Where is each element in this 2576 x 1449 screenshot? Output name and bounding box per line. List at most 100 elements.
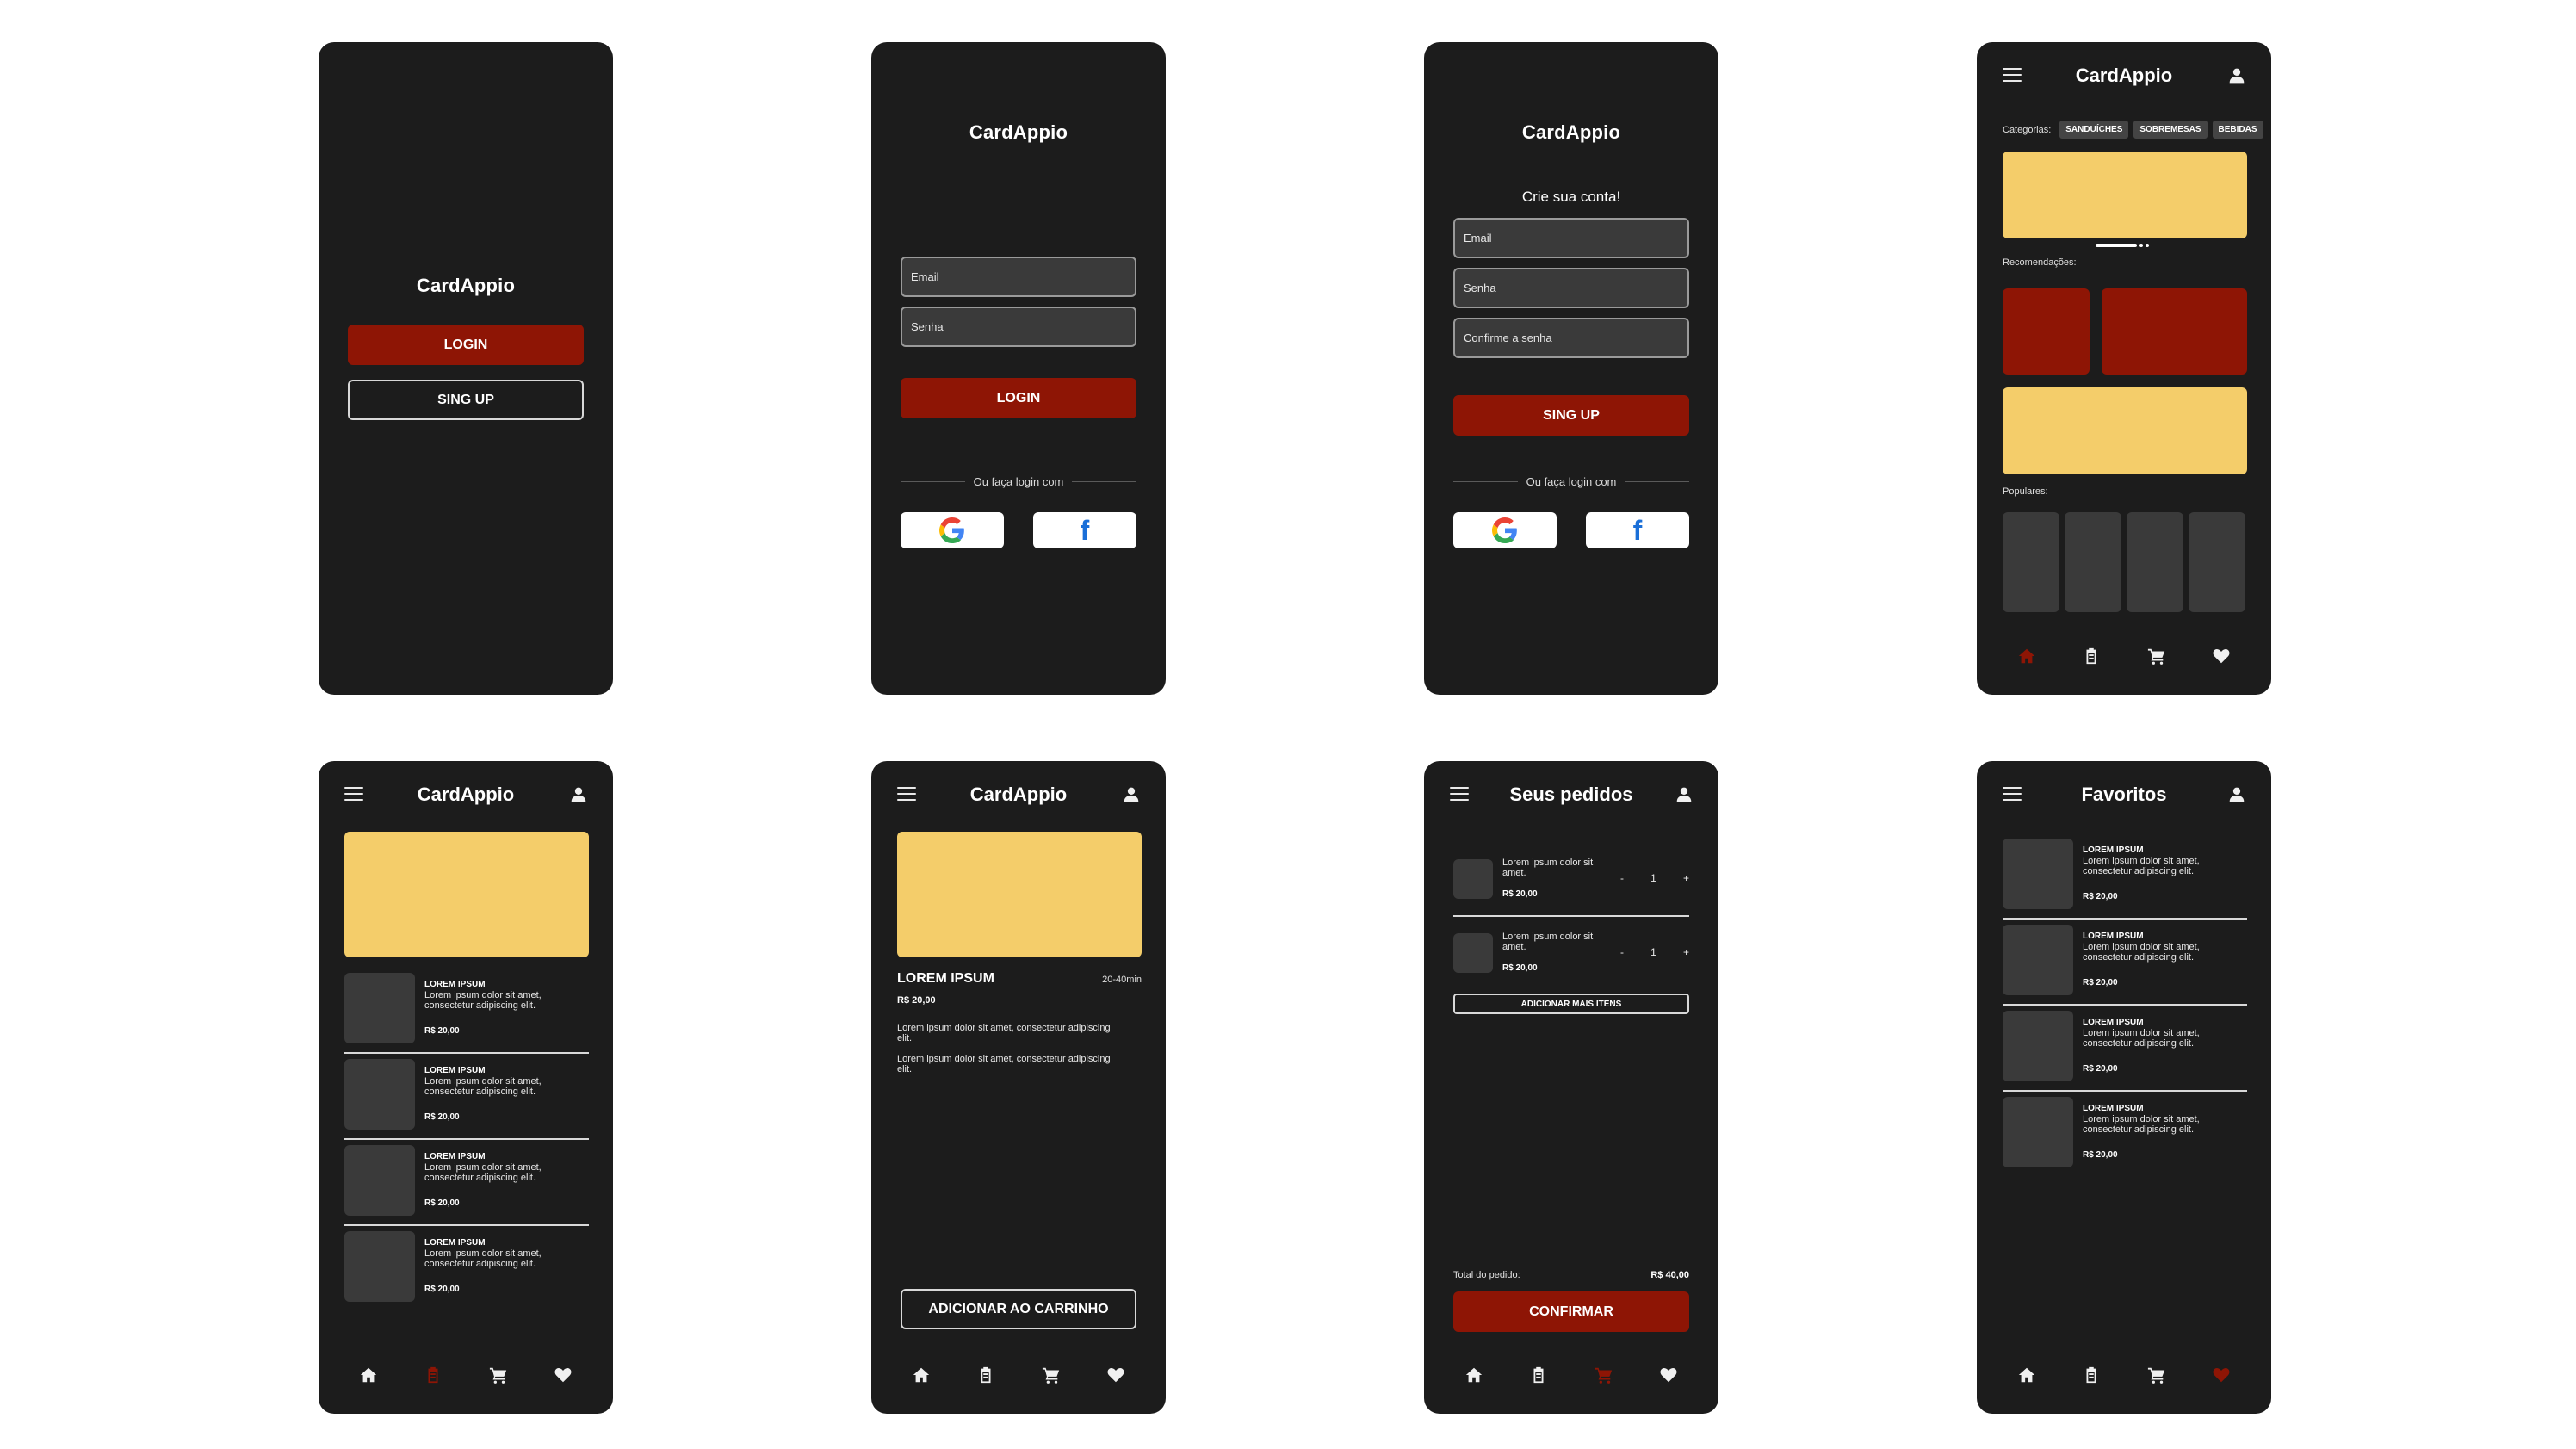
popular-card[interactable] xyxy=(2127,512,2183,612)
heart-icon[interactable] xyxy=(1659,1365,1678,1384)
top-bar: CardAppio xyxy=(319,761,613,830)
heart-icon[interactable] xyxy=(2212,647,2231,666)
popular-card[interactable] xyxy=(2065,512,2121,612)
carousel-dot xyxy=(2139,244,2143,247)
home-icon[interactable] xyxy=(912,1365,931,1384)
item-price: R$ 20,00 xyxy=(424,1026,460,1036)
menu-list-icon[interactable] xyxy=(424,1365,443,1384)
increment-button[interactable]: + xyxy=(1683,946,1689,958)
item-title: LOREM IPSUM xyxy=(2083,845,2144,855)
email-field[interactable]: Email xyxy=(1453,218,1689,258)
screen-favorites: Favoritos LOREM IPSUM Lorem ipsum dolor … xyxy=(1977,761,2271,1414)
home-icon[interactable] xyxy=(2017,1365,2036,1384)
google-login-button[interactable] xyxy=(901,512,1004,548)
password-field[interactable]: Senha xyxy=(1453,268,1689,308)
home-icon[interactable] xyxy=(359,1365,378,1384)
login-button[interactable]: LOGIN xyxy=(348,325,584,365)
cart-icon[interactable] xyxy=(489,1365,508,1384)
divider-line xyxy=(1625,481,1689,482)
item-thumbnail xyxy=(344,1231,415,1302)
cart-icon[interactable] xyxy=(1595,1365,1613,1384)
popular-card[interactable] xyxy=(2003,512,2059,612)
heart-icon[interactable] xyxy=(554,1365,573,1384)
home-icon[interactable] xyxy=(1464,1365,1483,1384)
carousel-dot xyxy=(2146,244,2149,247)
screen-home: CardAppio Categorias: SANDUÍCHES SOBREME… xyxy=(1977,42,2271,695)
user-icon[interactable] xyxy=(1123,785,1140,804)
cart-icon[interactable] xyxy=(1042,1365,1061,1384)
item-thumbnail xyxy=(1453,933,1493,973)
category-chip[interactable]: SANDUÍCHES xyxy=(2059,121,2129,139)
item-price: R$ 20,00 xyxy=(1502,889,1538,899)
menu-list-icon[interactable] xyxy=(2082,647,2101,666)
recommendation-card[interactable] xyxy=(2003,288,2090,375)
cart-icon[interactable] xyxy=(2147,1365,2166,1384)
heart-icon[interactable] xyxy=(1106,1365,1125,1384)
bottom-nav xyxy=(871,1365,1166,1384)
facebook-login-button[interactable]: f xyxy=(1586,512,1689,548)
item-price: R$ 20,00 xyxy=(1502,963,1538,973)
confirm-password-field[interactable]: Confirme a senha xyxy=(1453,318,1689,358)
popular-card[interactable] xyxy=(2189,512,2245,612)
user-icon[interactable] xyxy=(2228,785,2245,804)
decrement-button[interactable]: - xyxy=(1620,946,1624,958)
screen-menu-list: CardAppio LOREM IPSUM Lorem ipsum dolor … xyxy=(319,761,613,1414)
facebook-login-button[interactable]: f xyxy=(1033,512,1136,548)
item-description: Lorem ipsum dolor sit amet, consectetur … xyxy=(424,990,542,1011)
bottom-nav xyxy=(1977,647,2271,666)
item-separator xyxy=(2003,1004,2247,1006)
item-thumbnail xyxy=(2003,839,2073,909)
divider-line xyxy=(901,481,965,482)
google-login-button[interactable] xyxy=(1453,512,1557,548)
category-chip[interactable]: SOBREMESAS xyxy=(2133,121,2208,139)
home-icon[interactable] xyxy=(2017,647,2036,666)
bottom-nav xyxy=(1977,1365,2271,1384)
item-description: Lorem ipsum dolor sit amet, consectetur … xyxy=(2083,1028,2200,1049)
item-thumbnail xyxy=(1453,859,1493,899)
recommendation-card[interactable] xyxy=(2102,288,2247,375)
item-separator xyxy=(344,1052,589,1054)
item-price: R$ 20,00 xyxy=(424,1285,460,1294)
password-field[interactable]: Senha xyxy=(901,307,1136,347)
menu-list-icon[interactable] xyxy=(2082,1365,2101,1384)
top-bar: CardAppio xyxy=(1977,42,2271,111)
signup-subtitle: Crie sua conta! xyxy=(1521,189,1621,205)
user-icon[interactable] xyxy=(570,785,587,804)
signup-button[interactable]: SING UP xyxy=(348,380,584,420)
menu-list-icon[interactable] xyxy=(976,1365,995,1384)
featured-banner[interactable] xyxy=(344,832,589,957)
screen-splash: CardAppio LOGIN SING UP xyxy=(319,42,613,695)
confirm-button[interactable]: CONFIRMAR xyxy=(1453,1291,1689,1332)
quantity-value: 1 xyxy=(1650,946,1656,958)
app-title: CardAppio xyxy=(969,783,1068,805)
design-canvas: CardAppio LOGIN SING UP CardAppio Email … xyxy=(0,0,2576,1449)
user-icon[interactable] xyxy=(1675,785,1693,804)
user-icon[interactable] xyxy=(2228,66,2245,85)
menu-list-icon[interactable] xyxy=(1529,1365,1548,1384)
item-description: Lorem ipsum dolor sit amet, consectetur … xyxy=(2083,856,2200,876)
heart-icon[interactable] xyxy=(2212,1365,2231,1384)
login-button[interactable]: LOGIN xyxy=(901,378,1136,418)
signup-button[interactable]: SING UP xyxy=(1453,395,1689,436)
item-title: LOREM IPSUM xyxy=(2083,932,2144,941)
increment-button[interactable]: + xyxy=(1683,872,1689,884)
bottom-nav xyxy=(319,1365,613,1384)
screen-orders: Seus pedidos Lorem ipsum dolor sit amet.… xyxy=(1424,761,1718,1414)
facebook-icon: f xyxy=(1080,515,1090,546)
total-value: R$ 40,00 xyxy=(1650,1270,1689,1280)
add-more-items-button[interactable]: ADICIONAR MAIS ITENS xyxy=(1453,994,1689,1014)
recommendation-card-wide[interactable] xyxy=(2003,387,2247,474)
top-bar: Seus pedidos xyxy=(1424,761,1718,830)
item-price: R$ 20,00 xyxy=(2083,1064,2118,1074)
featured-banner[interactable] xyxy=(2003,152,2247,238)
carousel-indicator xyxy=(2096,244,2149,247)
google-icon xyxy=(939,517,965,543)
item-title: LOREM IPSUM xyxy=(424,1152,486,1161)
add-to-cart-button[interactable]: ADICIONAR AO CARRINHO xyxy=(901,1289,1136,1329)
cart-icon[interactable] xyxy=(2147,647,2166,666)
item-description: Lorem ipsum dolor sit amet, consectetur … xyxy=(424,1248,542,1269)
page-title: Seus pedidos xyxy=(1509,783,1633,805)
email-field[interactable]: Email xyxy=(901,257,1136,297)
category-chip[interactable]: BEBIDAS xyxy=(2212,121,2263,139)
decrement-button[interactable]: - xyxy=(1620,872,1624,884)
